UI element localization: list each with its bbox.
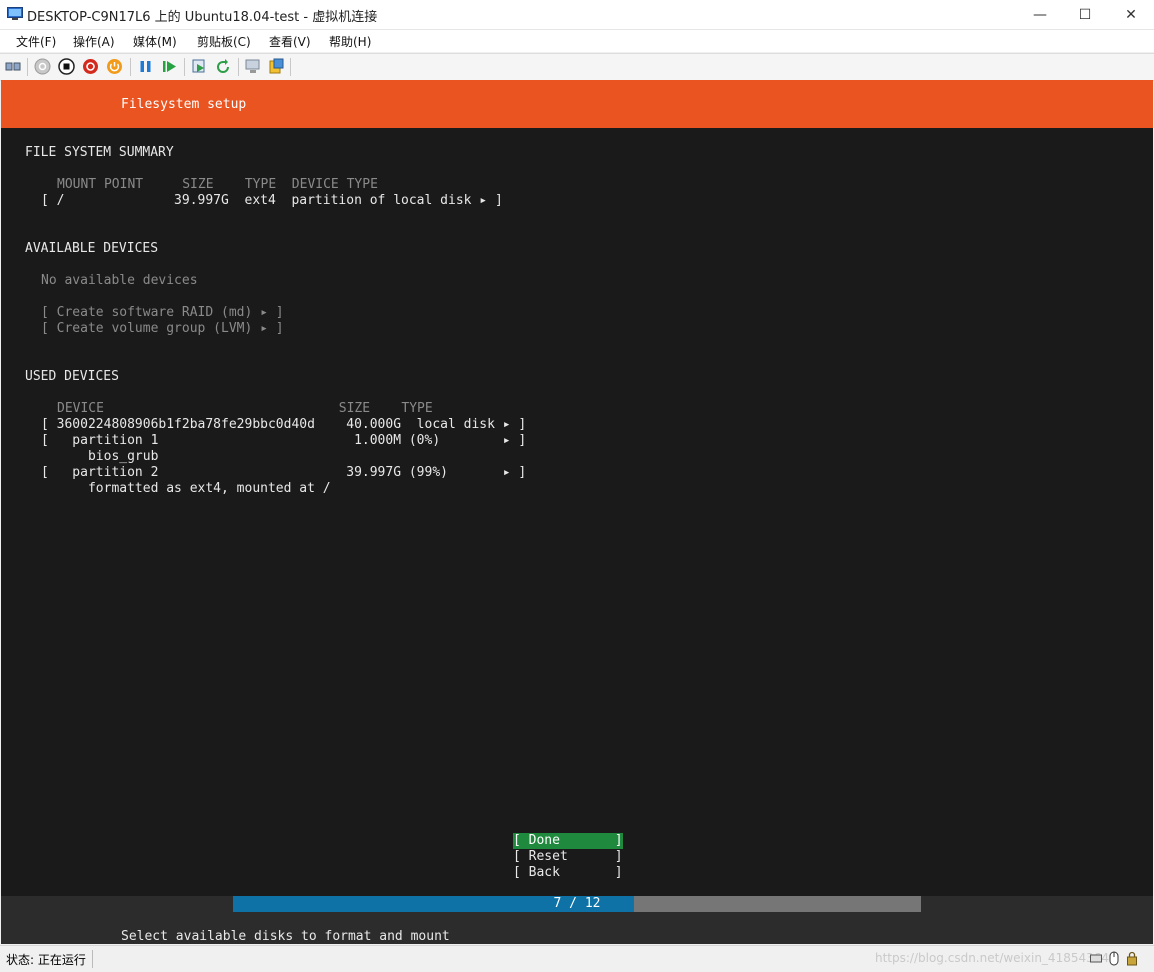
enhanced-session-icon[interactable] <box>245 58 262 75</box>
maximize-icon: ☐ <box>1078 6 1092 23</box>
toolbar-separator <box>290 58 291 76</box>
minimize-icon: — <box>1033 6 1047 23</box>
close-icon: ✕ <box>1125 6 1137 23</box>
progress-bar: 7 / 12 <box>233 896 921 912</box>
toolbar-separator <box>184 58 185 76</box>
used-row-partition-2[interactable]: [ partition 2 39.997G (99%) ▸ ] <box>41 465 526 481</box>
vm-connection-icon <box>7 7 23 20</box>
share-icon[interactable] <box>268 58 285 75</box>
no-devices-text: No available devices <box>41 273 198 288</box>
menu-bar: 文件(F) 操作(A) 媒体(M) 剪贴板(C) 查看(V) 帮助(H) <box>0 30 1154 52</box>
summary-columns: MOUNT POINT SIZE TYPE DEVICE TYPE <box>57 177 378 192</box>
summary-heading: FILE SYSTEM SUMMARY <box>25 145 174 160</box>
menu-file[interactable]: 文件(F) <box>16 33 56 50</box>
close-button[interactable]: ✕ <box>1108 0 1154 29</box>
used-columns: DEVICE SIZE TYPE <box>57 401 433 416</box>
used-heading: USED DEVICES <box>25 369 119 384</box>
summary-row-root[interactable]: [ / 39.997G ext4 partition of local disk… <box>41 193 503 209</box>
resume-icon[interactable] <box>161 58 178 75</box>
available-heading: AVAILABLE DEVICES <box>25 241 159 256</box>
watermark: https://blog.csdn.net/weixin_41854364 <box>875 951 1110 965</box>
power-icon[interactable] <box>106 58 123 75</box>
minimize-button[interactable]: — <box>1017 0 1063 29</box>
toolbar <box>0 53 1154 81</box>
shutdown-icon[interactable] <box>82 58 99 75</box>
revert-icon[interactable] <box>215 58 232 75</box>
partition-2-detail: formatted as ext4, mounted at / <box>41 481 331 496</box>
ctrl-alt-del-icon[interactable] <box>5 58 22 75</box>
mouse-icon <box>1109 951 1119 966</box>
lock-icon <box>1127 951 1137 966</box>
status-separator <box>92 950 93 968</box>
menu-action[interactable]: 操作(A) <box>73 33 115 50</box>
menu-view[interactable]: 查看(V) <box>269 33 311 50</box>
status-text: 状态: 正在运行 <box>6 953 86 967</box>
window-titlebar[interactable]: DESKTOP-C9N17L6 上的 Ubuntu18.04-test - 虚拟… <box>0 0 1154 30</box>
menu-help[interactable]: 帮助(H) <box>329 33 371 50</box>
toolbar-separator <box>27 58 28 76</box>
menu-clipboard[interactable]: 剪贴板(C) <box>197 33 251 50</box>
back-button[interactable]: [ Back ] <box>513 865 623 881</box>
done-button[interactable]: [ Done ] <box>513 833 623 849</box>
toolbar-separator <box>130 58 131 76</box>
hint-text: Select available disks to format and mou… <box>121 929 450 944</box>
partition-1-detail: bios_grub <box>41 449 159 464</box>
window-title: DESKTOP-C9N17L6 上的 Ubuntu18.04-test - 虚拟… <box>27 10 378 25</box>
create-lvm-button: [ Create volume group (LVM) ▸ ] <box>41 321 284 336</box>
keyboard-icon <box>1090 954 1102 963</box>
menu-media[interactable]: 媒体(M) <box>133 33 177 50</box>
status-bar: 状态: 正在运行 https://blog.csdn.net/weixin_41… <box>0 945 1154 972</box>
maximize-button[interactable]: ☐ <box>1062 0 1108 29</box>
create-raid-button: [ Create software RAID (md) ▸ ] <box>41 305 284 320</box>
toolbar-separator <box>238 58 239 76</box>
checkpoint-icon[interactable] <box>191 58 208 75</box>
vm-console[interactable]: Filesystem setup FILE SYSTEM SUMMARY MOU… <box>1 80 1153 944</box>
reset-button[interactable]: [ Reset ] <box>513 849 623 865</box>
start-icon[interactable] <box>34 58 51 75</box>
used-row-disk[interactable]: [ 3600224808906b1f2ba78fe29bbc0d40d 40.0… <box>41 417 526 433</box>
installer-title: Filesystem setup <box>121 97 247 112</box>
pause-icon[interactable] <box>137 58 154 75</box>
progress-label: 7 / 12 <box>553 896 601 911</box>
used-row-partition-1[interactable]: [ partition 1 1.000M (0%) ▸ ] <box>41 433 526 449</box>
installer-header: Filesystem setup <box>1 80 1153 128</box>
turn-off-icon[interactable] <box>58 58 75 75</box>
